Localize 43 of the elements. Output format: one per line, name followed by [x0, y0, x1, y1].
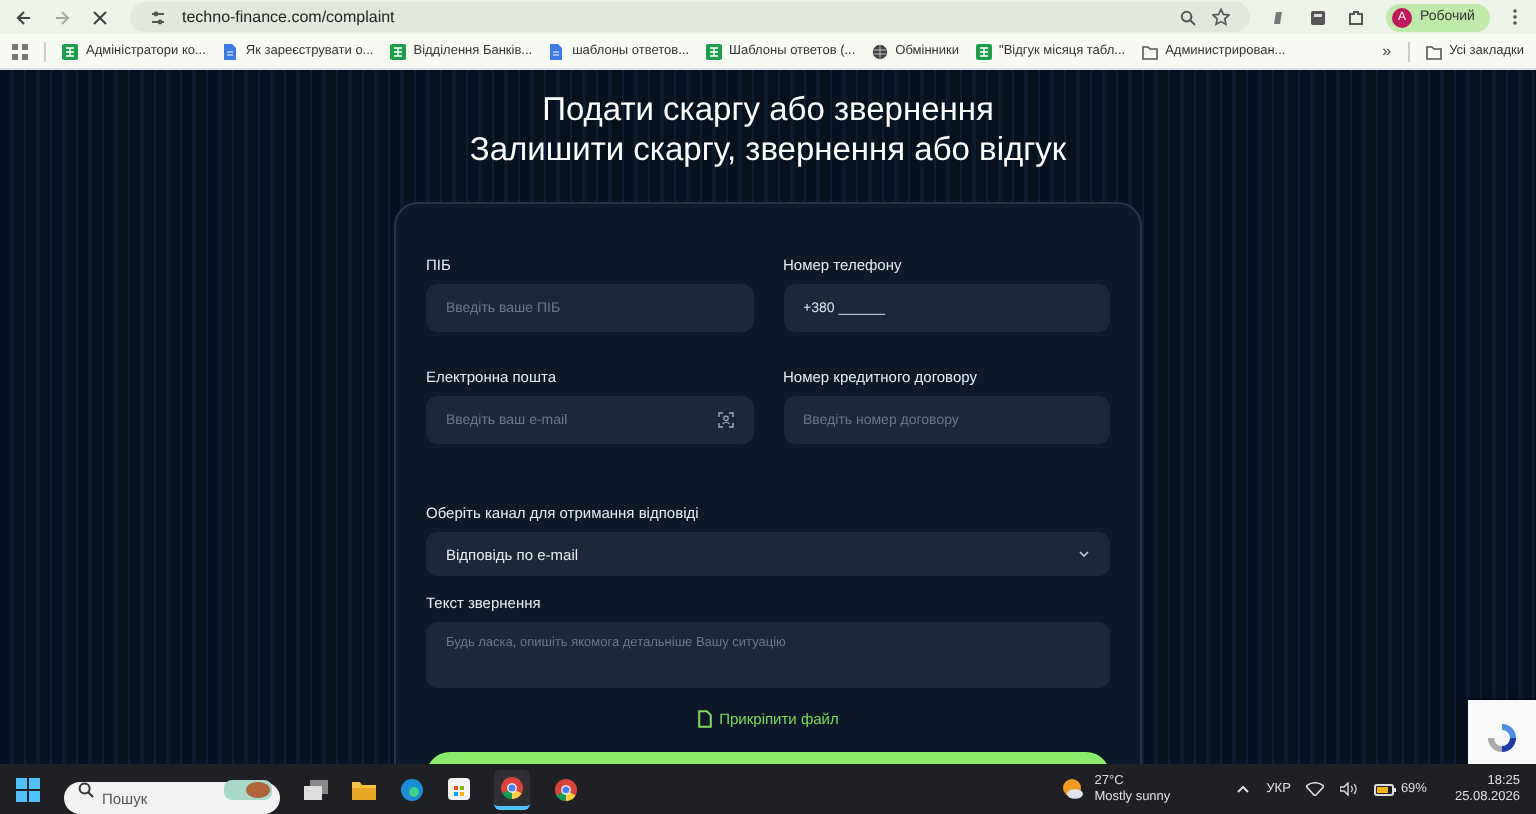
search-icon — [78, 781, 94, 797]
wifi-icon[interactable] — [1306, 782, 1325, 796]
apps-grid-icon[interactable] — [12, 43, 28, 59]
active-app-button[interactable] — [494, 769, 530, 809]
recaptcha-badge[interactable] — [1468, 700, 1536, 764]
task-view-icon[interactable] — [304, 779, 328, 799]
url-text: techno-finance.com/complaint — [182, 8, 395, 26]
recaptcha-icon — [1486, 722, 1518, 754]
star-icon[interactable] — [1212, 8, 1230, 26]
sheet-icon — [705, 43, 722, 59]
sheet-icon — [389, 43, 406, 59]
more-bookmarks-button[interactable]: » — [1382, 42, 1392, 60]
more-icon[interactable] — [1512, 8, 1519, 26]
document-icon — [548, 43, 565, 59]
speaker-icon[interactable] — [1340, 782, 1359, 796]
folder-icon — [1425, 43, 1442, 59]
file-icon — [697, 710, 712, 728]
address-bar[interactable]: techno-finance.com/complaint — [130, 2, 1250, 32]
page-title: Подати скаргу або звернення — [542, 90, 994, 130]
sheet-icon — [62, 43, 78, 59]
folder-icon — [1141, 43, 1158, 59]
windows-logo-icon[interactable] — [16, 777, 40, 801]
store-icon[interactable] — [448, 778, 470, 800]
sun-cloud-icon — [1062, 778, 1085, 800]
globe-icon — [871, 43, 888, 59]
search-highlight-drawing — [224, 779, 272, 799]
face-scan-icon[interactable] — [717, 412, 733, 428]
page-subtitle: Залишити скаргу, звернення або відгук — [469, 130, 1067, 170]
zoom-icon[interactable] — [1180, 9, 1196, 25]
document-icon — [221, 43, 238, 59]
app-icon[interactable] — [1310, 9, 1326, 25]
folder-icon[interactable] — [352, 779, 376, 799]
chevron-up-icon[interactable] — [1236, 784, 1251, 794]
back-icon[interactable] — [16, 9, 32, 25]
chevron-down-icon — [1078, 550, 1090, 558]
battery-icon[interactable] — [1374, 783, 1397, 795]
close-icon[interactable] — [92, 9, 108, 25]
puzzle-icon[interactable] — [1348, 9, 1364, 25]
sheet-icon — [975, 43, 992, 59]
chrome-icon — [500, 775, 524, 799]
edge-icon[interactable] — [400, 777, 424, 801]
site-settings-icon[interactable] — [150, 9, 166, 25]
chrome-icon[interactable] — [554, 777, 578, 801]
